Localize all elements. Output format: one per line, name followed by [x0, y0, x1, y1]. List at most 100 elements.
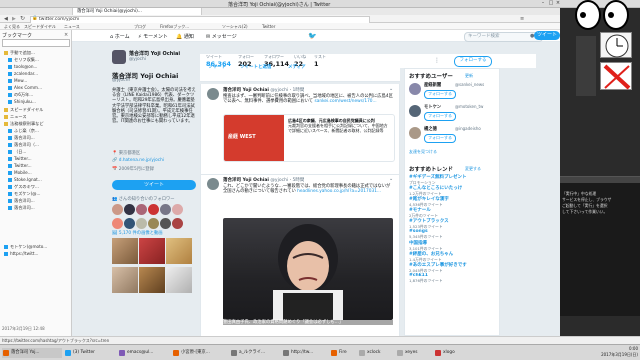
- photo-thumbnail[interactable]: [139, 238, 165, 264]
- taskbar-task[interactable]: xclock: [358, 348, 394, 358]
- suggested-user-avatar[interactable]: [409, 83, 421, 95]
- twitter-bird-icon[interactable]: 🐦: [308, 32, 317, 40]
- taskbar-task[interactable]: xlogo: [434, 348, 468, 358]
- sidebar-item[interactable]: モトケン(@moto...: [4, 244, 70, 250]
- back-arrow-icon[interactable]: ◀: [4, 16, 8, 22]
- sidebar-item[interactable]: Twitter...: [8, 163, 71, 168]
- maximize-button[interactable]: □: [548, 1, 554, 6]
- profile-handle[interactable]: @yjochi: [112, 78, 130, 83]
- sidebar-item[interactable]: tools@on...: [8, 64, 71, 69]
- tab-media[interactable]: メディア: [288, 64, 306, 70]
- tab-active[interactable]: 落合洋司 Yoji Ochiai(@yjochi)...: [72, 8, 202, 15]
- tweet-item[interactable]: 落合洋司 Yoji Ochiai @yjochi · 1時間 ⌄ 捜査はまず、一…: [201, 84, 399, 175]
- tab-tweets-replies[interactable]: ツイートと返信: [240, 64, 272, 70]
- find-friends-link[interactable]: 友達を見つける: [409, 149, 437, 155]
- taskbar-task[interactable]: emacs@ul...: [118, 348, 170, 358]
- follower-avatar[interactable]: [124, 204, 135, 215]
- sidebar-item[interactable]: 落合洋司...: [8, 135, 71, 141]
- tweet-to-user-button[interactable]: ツイート: [112, 180, 196, 190]
- sidebar-item[interactable]: Alex Comm...: [8, 85, 71, 90]
- sidebar-item[interactable]: 落合洋司...: [8, 198, 71, 204]
- photo-thumbnail[interactable]: [139, 267, 165, 293]
- taskbar-task[interactable]: a_ルクライ...: [230, 348, 280, 358]
- sidebar-item[interactable]: セリフ収集...: [8, 57, 71, 63]
- sidebar-item[interactable]: Twitter...: [8, 156, 71, 161]
- taskbar-task[interactable]: http://tw...: [282, 348, 328, 358]
- taskbar-task[interactable]: (3) Twitter: [64, 348, 116, 358]
- follower-avatar[interactable]: [148, 204, 159, 215]
- follower-avatar[interactable]: [172, 218, 183, 229]
- tweet-avatar[interactable]: [207, 88, 219, 100]
- refresh-link[interactable]: 更新: [465, 73, 473, 79]
- follower-avatar[interactable]: [160, 204, 171, 215]
- sidebar-item[interactable]: Mew...: [8, 78, 71, 83]
- taskbar-task[interactable]: 小宮原-[東京...: [172, 348, 228, 358]
- tweet-link[interactable]: headlines.yahoo.co.jp/hl?a=2017031...: [297, 189, 381, 194]
- more-options-icon[interactable]: ⋮: [434, 57, 440, 64]
- sidebar-item[interactable]: （日...: [8, 149, 71, 155]
- follower-avatar[interactable]: [136, 204, 147, 215]
- photo-thumbnail[interactable]: [112, 267, 138, 293]
- tweet-item[interactable]: 落合洋司 Yoji Ochiai @yjochi · 5時間 ⌄ これ、どこかで…: [201, 174, 399, 336]
- profile-avatar[interactable]: [112, 50, 126, 64]
- chevron-down-icon[interactable]: ⌄: [389, 86, 393, 92]
- taskbar-task[interactable]: Fire: [330, 348, 356, 358]
- follower-avatar[interactable]: [136, 218, 147, 229]
- follow-button[interactable]: フォローする: [454, 56, 492, 67]
- bookmark-item[interactable]: Twitter: [262, 24, 275, 29]
- follow-button[interactable]: フォローする: [424, 90, 456, 99]
- sidebar-item[interactable]: https://twitt...: [4, 251, 70, 256]
- sidebar-item[interactable]: zcalendar...: [8, 71, 71, 76]
- sidebar-item[interactable]: 手動で追加...: [4, 50, 70, 56]
- sidebar-item[interactable]: 法務検察刑事など: [4, 121, 70, 127]
- taskbar-task[interactable]: xeyes: [396, 348, 432, 358]
- sidebar-item[interactable]: の6万年...: [8, 92, 71, 98]
- suggested-user-avatar[interactable]: [409, 105, 421, 117]
- photos-videos-link[interactable]: 🖼 5,170 件の画像と動画: [112, 230, 163, 236]
- sidebar-item[interactable]: ニュース: [4, 114, 70, 120]
- photo-thumbnail[interactable]: [112, 238, 138, 264]
- sidebar-item[interactable]: ふじ楽（京...: [8, 128, 71, 134]
- sidebar-item[interactable]: 落合洋司（...: [8, 142, 71, 148]
- follower-avatar[interactable]: [112, 218, 123, 229]
- forward-arrow-icon[interactable]: ▶: [12, 16, 16, 22]
- follower-avatar[interactable]: [124, 218, 135, 229]
- sidebar-item[interactable]: スピードダイヤル: [4, 107, 70, 113]
- follow-button[interactable]: フォローする: [424, 112, 456, 121]
- terminal-window[interactable]: 「実行中」中な処理 サービスを停止し、ブラウザ ご起動して「実行」を選択 して下…: [560, 176, 640, 316]
- sidebar-item[interactable]: 落合洋司...: [8, 205, 71, 211]
- sidebar-close-icon[interactable]: ×: [64, 32, 68, 38]
- suggested-user[interactable]: 楊之徳 @ingadeisho フォローする: [409, 125, 497, 147]
- tweet-photo[interactable]: [223, 218, 393, 320]
- taskbar-clock[interactable]: 0:00 2017年3月19日(日): [598, 346, 638, 358]
- trend-item[interactable]: #chk11 1,876件のツイート: [409, 273, 499, 284]
- chevron-down-icon[interactable]: ⌄: [389, 176, 393, 182]
- nav-notifications[interactable]: 🔔 通知: [176, 33, 194, 40]
- sidebar-item[interactable]: Stoke.Ignat...: [8, 177, 71, 182]
- tweet-avatar[interactable]: [207, 178, 219, 190]
- follow-button[interactable]: フォローする: [424, 134, 456, 143]
- sidebar-item[interactable]: モズケン(@...: [8, 191, 71, 197]
- suggested-user[interactable]: モトケン @motoken_tw フォローする: [409, 103, 497, 125]
- photo-thumbnail[interactable]: [166, 238, 192, 264]
- reload-icon[interactable]: ↻: [20, 15, 25, 22]
- profile-website[interactable]: 🔗 d.hatena.ne.jp/yjochi: [112, 158, 164, 163]
- link-card[interactable]: 産経 WEST 広島4区の衆議、元広島検事の自民党議員に公判 元裁判官の支援者を相…: [223, 114, 395, 162]
- tweet-link[interactable]: sankei.com/west/news/170...: [314, 99, 376, 104]
- follower-avatar[interactable]: [160, 218, 171, 229]
- suggested-user[interactable]: 産経新聞 @sankei_news フォローする: [409, 81, 497, 103]
- close-button[interactable]: ×: [555, 1, 561, 6]
- photo-thumbnail[interactable]: [166, 267, 192, 293]
- follower-avatar[interactable]: [172, 204, 183, 215]
- change-trends-link[interactable]: 変更する: [465, 166, 481, 172]
- stat-lists[interactable]: リスト 1: [314, 54, 342, 68]
- sidebar-item[interactable]: Mobile...: [8, 170, 71, 175]
- tab-tweets[interactable]: ツイート: [208, 64, 226, 70]
- tweet-compose-button[interactable]: ツイート: [534, 31, 560, 40]
- taskbar-task[interactable]: 落合洋司 Yoj...: [2, 348, 62, 358]
- profile-header-name[interactable]: 落合洋司 Yoji Ochiai: [129, 50, 180, 57]
- follower-avatar[interactable]: [112, 204, 123, 215]
- minimize-button[interactable]: –: [540, 1, 546, 6]
- nav-messages[interactable]: ✉ メッセージ: [206, 33, 237, 40]
- sidebar-search-input[interactable]: [2, 39, 70, 47]
